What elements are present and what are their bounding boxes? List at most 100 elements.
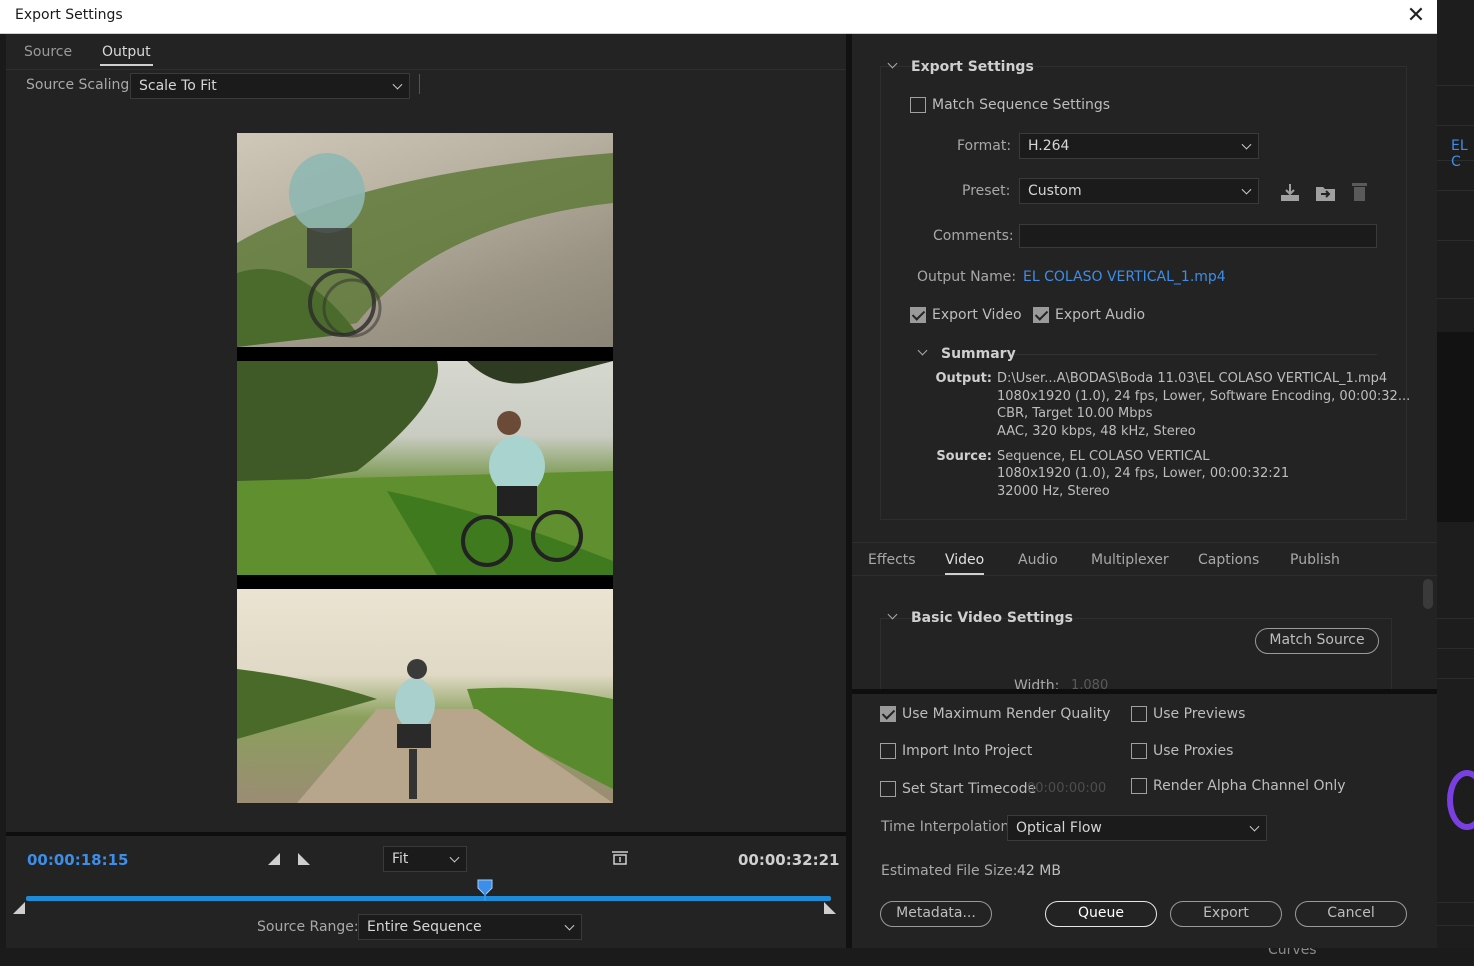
summary-source-line: 1080x1920 (1.0), 24 fps, Lower, 00:00:32… — [997, 466, 1290, 481]
tab-source[interactable]: Source — [24, 44, 72, 60]
export-button[interactable]: Export — [1170, 901, 1282, 927]
current-timecode[interactable]: 00:00:18:15 — [27, 851, 129, 869]
scrollbar-thumb[interactable] — [1423, 579, 1433, 609]
use-previews-label: Use Previews — [1153, 706, 1246, 722]
summary-source-label: Source: — [936, 449, 992, 464]
basic-video-settings-title: Basic Video Settings — [911, 610, 1073, 626]
export-audio-checkbox[interactable] — [1033, 307, 1049, 323]
file-size-value: 42 MB — [1017, 863, 1061, 879]
background-bottom-strip: Curves — [0, 942, 1474, 966]
import-into-project-label: Import Into Project — [902, 743, 1033, 759]
time-interpolation-label: Time Interpolation: — [881, 819, 1015, 835]
out-point-marker-icon[interactable] — [824, 902, 836, 914]
chevron-down-icon — [564, 920, 575, 931]
chevron-down-icon — [449, 852, 460, 863]
preset-dropdown[interactable]: Custom — [1019, 178, 1259, 204]
in-point-marker-icon[interactable] — [13, 902, 25, 914]
tab-audio[interactable]: Audio — [1018, 552, 1058, 568]
source-scaling-dropdown[interactable]: Scale To Fit — [130, 73, 410, 99]
source-scaling-value: Scale To Fit — [139, 78, 217, 94]
set-start-timecode-label: Set Start Timecode — [902, 781, 1037, 797]
time-interpolation-dropdown[interactable]: Optical Flow — [1007, 815, 1267, 841]
mark-in-icon[interactable] — [267, 852, 281, 866]
video-preview — [237, 133, 613, 803]
export-audio-label: Export Audio — [1055, 307, 1146, 323]
export-settings-title: Export Settings — [911, 59, 1034, 75]
tab-captions[interactable]: Captions — [1198, 552, 1259, 568]
chevron-down-icon — [1241, 139, 1252, 150]
tab-effects[interactable]: Effects — [868, 552, 916, 568]
chevron-down-icon — [392, 79, 403, 90]
metadata-button[interactable]: Metadata... — [880, 901, 992, 927]
use-proxies-checkbox[interactable] — [1131, 743, 1147, 759]
match-source-button[interactable]: Match Source — [1255, 628, 1379, 654]
tab-multiplexer[interactable]: Multiplexer — [1091, 552, 1169, 568]
title-bar: Export Settings ✕ — [0, 0, 1437, 34]
panel-splitter-horizontal[interactable] — [852, 689, 1437, 694]
output-name-label: Output Name: — [917, 269, 1017, 285]
preset-label: Preset: — [962, 183, 1011, 199]
comments-input[interactable] — [1019, 224, 1377, 248]
source-range-label: Source Range: — [257, 919, 359, 935]
summary-output-line: CBR, Target 10.00 Mbps — [997, 406, 1153, 421]
import-into-project-checkbox[interactable] — [880, 743, 896, 759]
preview-frame-middle — [237, 361, 613, 575]
background-color-wheel — [1447, 770, 1474, 830]
chevron-down-icon — [1241, 184, 1252, 195]
preview-frame-bottom — [237, 589, 613, 803]
summary-source-line: 32000 Hz, Stereo — [997, 484, 1110, 499]
save-preset-icon[interactable] — [1280, 182, 1300, 202]
render-alpha-label: Render Alpha Channel Only — [1153, 778, 1346, 794]
summary-source-line: Sequence, EL COLASO VERTICAL — [997, 449, 1210, 464]
preset-value: Custom — [1028, 183, 1082, 199]
background-app-strip: EL C — [1437, 0, 1474, 966]
preview-frame-top — [237, 133, 613, 347]
queue-button[interactable]: Queue — [1045, 901, 1157, 927]
chevron-down-icon — [1249, 821, 1260, 832]
export-video-label: Export Video — [932, 307, 1022, 323]
settings-panel: Export Settings Match Sequence Settings … — [852, 34, 1437, 948]
preview-panel: Source Output Source Scaling: Scale To F… — [6, 34, 846, 948]
match-sequence-checkbox[interactable] — [910, 97, 926, 113]
output-name-link[interactable]: EL COLASO VERTICAL_1.mp4 — [1023, 269, 1226, 285]
start-timecode-value[interactable]: 00:00:00:00 — [1027, 781, 1106, 796]
source-scaling-label: Source Scaling: — [26, 77, 134, 93]
tab-output[interactable]: Output — [100, 44, 153, 66]
cancel-button[interactable]: Cancel — [1295, 901, 1407, 927]
source-range-value: Entire Sequence — [367, 919, 482, 935]
delete-preset-icon[interactable] — [1351, 181, 1368, 202]
aspect-toggle-icon[interactable] — [611, 850, 629, 868]
source-range-dropdown[interactable]: Entire Sequence — [358, 914, 582, 940]
render-alpha-checkbox[interactable] — [1131, 778, 1147, 794]
playhead[interactable] — [477, 879, 493, 901]
format-dropdown[interactable]: H.264 — [1019, 133, 1259, 159]
set-start-timecode-checkbox[interactable] — [880, 781, 896, 797]
export-video-checkbox[interactable] — [910, 307, 926, 323]
use-previews-checkbox[interactable] — [1131, 706, 1147, 722]
summary-title: Summary — [941, 346, 1016, 362]
import-preset-icon[interactable] — [1315, 182, 1337, 202]
use-proxies-label: Use Proxies — [1153, 743, 1234, 759]
summary-output-line: AAC, 320 kbps, 48 kHz, Stereo — [997, 424, 1196, 439]
comments-label: Comments: — [933, 228, 1014, 244]
mark-out-icon[interactable] — [297, 852, 311, 866]
timeline-track[interactable] — [26, 896, 831, 901]
duration-timecode: 00:00:32:21 — [738, 851, 840, 869]
format-label: Format: — [957, 138, 1012, 154]
tab-publish[interactable]: Publish — [1290, 552, 1340, 568]
summary-output-label: Output: — [935, 371, 993, 386]
zoom-value: Fit — [392, 851, 409, 867]
window-title: Export Settings — [15, 7, 123, 23]
file-size-label: Estimated File Size: — [881, 863, 1018, 879]
zoom-dropdown[interactable]: Fit — [383, 846, 467, 872]
max-render-quality-checkbox[interactable] — [880, 706, 896, 722]
close-icon[interactable]: ✕ — [1402, 3, 1430, 29]
tab-video[interactable]: Video — [945, 552, 985, 575]
time-interpolation-value: Optical Flow — [1016, 820, 1102, 836]
background-tab-label: EL C — [1451, 138, 1468, 170]
match-sequence-label: Match Sequence Settings — [932, 97, 1111, 113]
summary-output-line: 1080x1920 (1.0), 24 fps, Lower, Software… — [997, 389, 1411, 404]
format-value: H.264 — [1028, 138, 1070, 154]
summary-output-line: D:\User...A\BODAS\Boda 11.03\EL COLASO V… — [997, 371, 1388, 386]
max-render-quality-label: Use Maximum Render Quality — [902, 706, 1111, 722]
